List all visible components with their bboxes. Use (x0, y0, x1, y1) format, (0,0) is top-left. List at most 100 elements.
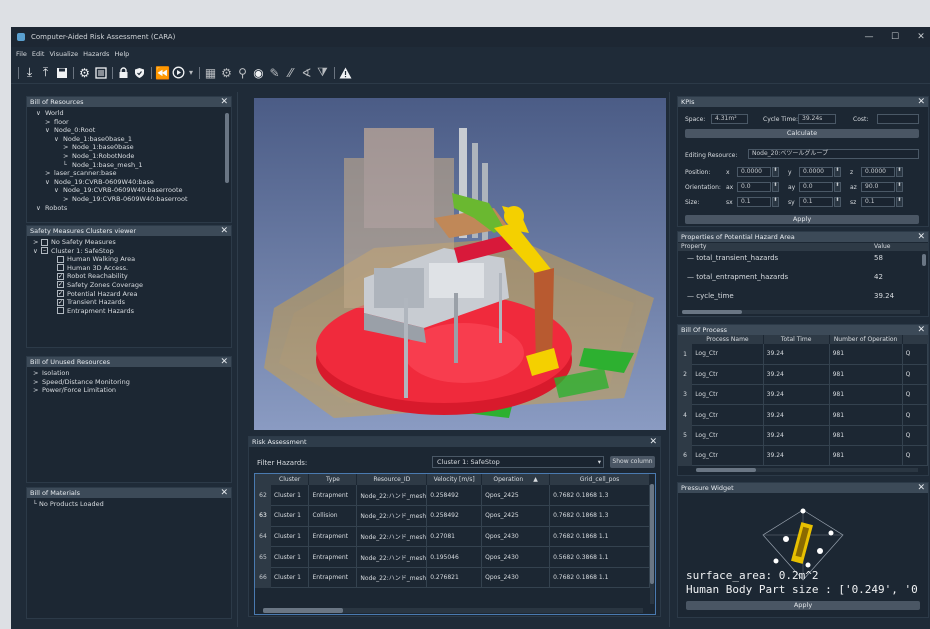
safety-item[interactable]: Human Walking Area (33, 255, 231, 264)
list-icon[interactable] (93, 65, 108, 81)
table-vscroll[interactable] (650, 484, 654, 604)
minimize-icon[interactable]: — (857, 27, 881, 47)
transform-ay-field[interactable]: 0.0 (799, 182, 833, 192)
tree-item[interactable]: > floor (27, 118, 231, 127)
expand-arrow-icon[interactable]: └ (63, 161, 72, 170)
pen-icon[interactable]: ✎ (267, 65, 282, 81)
spinner-icon[interactable]: ⬍ (834, 182, 841, 192)
close-panel-icon[interactable]: ✕ (917, 232, 925, 242)
spinner-icon[interactable]: ⬍ (772, 182, 779, 192)
expand-arrow-icon[interactable]: > (45, 169, 54, 178)
column-header[interactable]: Number of Operation (829, 335, 903, 344)
table-row[interactable]: 4 Log_Ctr 39.24 981 Q (678, 404, 929, 426)
safety-item[interactable]: Entrapment Hazards (33, 307, 231, 316)
table-row[interactable]: 5 Log_Ctr 39.24 981 Q (678, 425, 929, 446)
table-row[interactable]: 66 Cluster 1 Entrapment Node_22:ハンド_mesh 0.2… (255, 567, 650, 589)
splitter[interactable] (237, 92, 238, 627)
safety-item[interactable]: ✓ Safety Zones Coverage (33, 281, 231, 290)
transform-sy-field[interactable]: 0.1 (799, 197, 833, 207)
menu-hazards[interactable]: Hazards (83, 50, 109, 58)
column-header[interactable]: Velocity [m/s] (426, 474, 483, 485)
tree-item[interactable]: > Isolation (33, 369, 231, 378)
expand-arrow-icon[interactable]: > (33, 378, 42, 387)
table-row[interactable]: 3 Log_Ctr 39.24 981 Q (678, 384, 929, 406)
laser-icon[interactable]: ⧩ (315, 65, 330, 81)
double-pen-icon[interactable]: ⁄⁄ (283, 65, 298, 81)
tree-item[interactable]: ∨ Robots (27, 204, 231, 213)
table-row[interactable]: 62 Cluster 1 Entrapment Node_22:ハンド_mesh 0.2… (255, 485, 650, 507)
expand-arrow-icon[interactable]: > (33, 386, 42, 395)
tree-item[interactable]: > Speed/Distance Monitoring (33, 378, 231, 387)
close-panel-icon[interactable]: ✕ (220, 97, 228, 107)
column-header[interactable]: Grid_cell_pos (549, 474, 650, 485)
robot-arm-icon[interactable]: ⚙ (219, 65, 234, 81)
column-header[interactable]: Total Time (763, 335, 830, 344)
column-header[interactable]: Process Name (692, 335, 764, 344)
tree-item[interactable]: > Node_1:base0base (27, 143, 231, 152)
tree-item[interactable]: > Node_1:RobotNode (27, 152, 231, 161)
tree-item[interactable]: ∨ World (27, 109, 231, 118)
checkbox[interactable] (57, 264, 64, 272)
angle-icon[interactable]: ∢ (299, 65, 314, 81)
tree-item[interactable]: > Power/Force Limitation (33, 386, 231, 395)
table-row[interactable]: 63 Cluster 1 Collision Node_22:ハンド_mesh 0.25… (255, 505, 650, 527)
show-columns-button[interactable]: Show column (610, 456, 655, 468)
dropdown-arrow-icon[interactable]: ▾ (187, 65, 195, 81)
spinner-icon[interactable]: ⬍ (896, 182, 903, 192)
checkbox[interactable]: – (41, 247, 48, 255)
tree-item[interactable]: ∨ Node_19:CVRB-0609W40:base (27, 178, 231, 187)
apply-button[interactable]: Apply (686, 601, 920, 610)
close-panel-icon[interactable]: ✕ (917, 483, 925, 493)
expand-arrow-icon[interactable]: > (33, 369, 42, 378)
column-header[interactable]: Type (308, 474, 358, 485)
process-hscroll[interactable] (696, 468, 918, 472)
table-row[interactable]: 1 Log_Ctr 39.24 981 Q (678, 344, 929, 365)
safety-item[interactable]: Human 3D Access. (33, 264, 231, 273)
checkbox[interactable]: ✓ (57, 272, 64, 280)
tree-item[interactable]: > Node_19:CVRB-0609W40:baserroot (27, 195, 231, 204)
table-row[interactable]: 6 Log_Ctr 39.24 981 Q (678, 445, 929, 467)
settings-gear-icon[interactable]: ⚙ (77, 65, 92, 81)
transform-z-field[interactable]: 0.0000 (861, 167, 895, 177)
table-hscroll[interactable] (263, 608, 643, 613)
transform-az-field[interactable]: 90.0 (861, 182, 895, 192)
spinner-icon[interactable]: ⬍ (896, 167, 903, 177)
import-icon[interactable]: ⤓ (22, 65, 37, 81)
warning-icon[interactable] (338, 65, 353, 81)
spinner-icon[interactable]: ⬍ (772, 197, 779, 207)
column-header[interactable]: Cluster (270, 474, 310, 485)
safety-item[interactable]: ✓ Potential Hazard Area (33, 290, 231, 299)
close-panel-icon[interactable]: ✕ (649, 437, 657, 447)
rewind-icon[interactable]: ⏪ (155, 65, 170, 81)
close-panel-icon[interactable]: ✕ (917, 325, 925, 335)
close-panel-icon[interactable]: ✕ (220, 226, 228, 236)
props-vscroll[interactable] (922, 254, 926, 266)
menu-help[interactable]: Help (114, 50, 129, 58)
maximize-icon[interactable]: ☐ (883, 27, 907, 47)
tree-item[interactable]: > laser_scanner:base (27, 169, 231, 178)
tree-item[interactable]: ∨ Node_0:Root (27, 126, 231, 135)
tree-item[interactable]: └ Node_1:base_mesh_1 (27, 161, 231, 170)
transform-sx-field[interactable]: 0.1 (737, 197, 771, 207)
expand-arrow-icon[interactable]: ∨ (45, 126, 54, 135)
expand-arrow-icon[interactable]: > (45, 118, 54, 127)
shield-icon[interactable] (132, 65, 147, 81)
space-field[interactable]: 4.31m² (711, 114, 748, 124)
menu-file[interactable]: File (16, 50, 27, 58)
transform-sz-field[interactable]: 0.1 (861, 197, 895, 207)
tree-item[interactable]: ∨ Node_1:base0base_1 (27, 135, 231, 144)
save-icon[interactable] (54, 65, 69, 81)
expand-arrow-icon[interactable]: > (63, 152, 72, 161)
play-icon[interactable] (171, 65, 186, 81)
cycle-time-field[interactable]: 39.24s (798, 114, 836, 124)
menu-edit[interactable]: Edit (32, 50, 45, 58)
tree-item[interactable]: ∨ Node_19:CVRB-0609W40:baserroote (27, 186, 231, 195)
close-panel-icon[interactable]: ✕ (220, 357, 228, 367)
column-header[interactable]: Resource_ID (356, 474, 428, 485)
table-row[interactable]: 64 Cluster 1 Entrapment Node_22:ハンド_mesh 0.2… (255, 526, 650, 548)
checkbox[interactable]: ✓ (57, 290, 64, 298)
spinner-icon[interactable]: ⬍ (772, 167, 779, 177)
magnifier-icon[interactable]: ⚲ (235, 65, 250, 81)
props-hscroll[interactable] (682, 310, 920, 314)
apply-button[interactable]: Apply (685, 215, 919, 224)
